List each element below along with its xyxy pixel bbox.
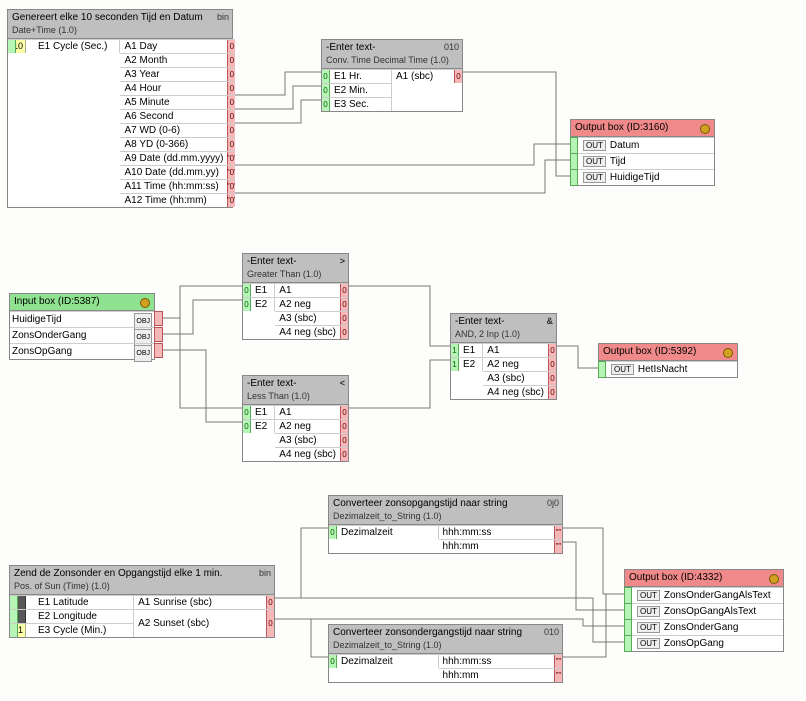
subtitle: Date+Time (1.0) (12, 24, 228, 36)
output-port[interactable]: "0" (227, 151, 235, 165)
output-port[interactable]: "" (554, 654, 562, 668)
input-port[interactable]: 0 (322, 83, 330, 97)
output-port[interactable]: 0 (548, 385, 556, 399)
output-port[interactable]: 0 (227, 95, 235, 109)
output-port[interactable]: "" (554, 539, 562, 553)
output-port[interactable]: "" (554, 525, 562, 539)
output-port[interactable]: 0 (227, 123, 235, 137)
input-label: E1 Cycle (Sec.) (28, 40, 117, 53)
input-port[interactable]: 0 (329, 654, 337, 668)
output-port[interactable]: 0 (266, 595, 274, 609)
input-port[interactable] (570, 137, 578, 154)
titlebar[interactable]: -Enter text- Less Than (1.0) < (243, 376, 348, 405)
input-port[interactable] (10, 595, 18, 609)
output-port[interactable]: 0 (227, 109, 235, 123)
node-and[interactable]: -Enter text- AND, 2 Inp (1.0) & 1E1 1E2 … (450, 313, 557, 400)
output-port[interactable]: 0 (548, 357, 556, 371)
node-datetime[interactable]: Genereert elke 10 seconden Tijd en Datum… (7, 9, 233, 208)
titlebar[interactable]: Output box (ID:4332) (625, 570, 783, 587)
node-greater-than[interactable]: -Enter text- Greater Than (1.0) > 0E1 0E… (242, 253, 349, 340)
input-port[interactable] (624, 619, 632, 636)
node-convtime[interactable]: -Enter text- Conv. Time Decimal Time (1.… (321, 39, 463, 112)
output-port[interactable]: 0 (454, 69, 462, 83)
output-port[interactable] (154, 311, 163, 326)
output-port[interactable]: 0 (340, 419, 348, 433)
titlebar[interactable]: -Enter text- AND, 2 Inp (1.0) & (451, 314, 556, 343)
titlebar[interactable]: Output box (ID:3160) (571, 120, 714, 137)
input-port[interactable] (570, 169, 578, 186)
node-pos-of-sun[interactable]: Zend de Zonsonder en Opgangstijd elke 1 … (9, 565, 275, 638)
node-dez-top[interactable]: Converteer zonsopgangstijd naar string D… (328, 495, 563, 554)
titlebar[interactable]: Converteer zonsopgangstijd naar string D… (329, 496, 562, 525)
input-port[interactable]: 0 (243, 283, 251, 297)
output-port[interactable]: 0 (227, 39, 235, 53)
input-port[interactable]: 0 (243, 297, 251, 311)
titlebar[interactable]: -Enter text- Greater Than (1.0) > (243, 254, 348, 283)
output-port[interactable]: 0 (340, 447, 348, 461)
node-input-5387[interactable]: Input box (ID:5387) HuidigeTijdOBJ ZonsO… (9, 293, 155, 360)
node-output-3160[interactable]: Output box (ID:3160) OUTDatum OUTTijd OU… (570, 119, 715, 186)
titlebar[interactable]: Output box (ID:5392) (599, 344, 737, 361)
output-port[interactable]: 0 (266, 609, 274, 637)
input-port[interactable] (624, 587, 632, 604)
output-port[interactable]: 0 (548, 343, 556, 357)
input-port[interactable] (570, 153, 578, 170)
output-port[interactable]: "" (554, 668, 562, 682)
input-port[interactable]: 0 (322, 97, 330, 111)
output-port[interactable]: 0 (340, 433, 348, 447)
output-port[interactable]: "0" (227, 165, 235, 179)
input-port[interactable]: 1 (451, 357, 459, 371)
output-port[interactable] (154, 343, 163, 358)
output-port[interactable]: 0 (227, 137, 235, 151)
collapse-icon[interactable] (723, 348, 733, 358)
node-dez-bottom[interactable]: Converteer zonsondergangstijd naar strin… (328, 624, 563, 683)
titlebar[interactable]: -Enter text- Conv. Time Decimal Time (1.… (322, 40, 462, 69)
titlebar[interactable]: Input box (ID:5387) (10, 294, 154, 311)
input-port[interactable]: 0 (322, 69, 330, 83)
output-port[interactable]: 0 (227, 81, 235, 95)
input-port[interactable]: 0 (243, 419, 251, 433)
output-port[interactable]: 0 (340, 325, 348, 339)
input-port[interactable]: 1 (451, 343, 459, 357)
output-port[interactable]: 0 (340, 297, 348, 311)
input-port[interactable] (624, 603, 632, 620)
input-port[interactable] (10, 609, 18, 623)
node-less-than[interactable]: -Enter text- Less Than (1.0) < 0E1 0E2 A… (242, 375, 349, 462)
collapse-icon[interactable] (769, 574, 779, 584)
output-port[interactable]: 0 (340, 283, 348, 297)
input-port[interactable] (624, 635, 632, 652)
output-port[interactable]: 0 (227, 67, 235, 81)
type-tag: bin (217, 11, 229, 23)
titlebar[interactable]: Zend de Zonsonder en Opgangstijd elke 1 … (10, 566, 274, 595)
title: Genereert elke 10 seconden Tijd en Datum (12, 12, 228, 24)
output-port[interactable]: 0 (340, 311, 348, 325)
output-port[interactable]: 0 (227, 53, 235, 67)
node-output-5392[interactable]: Output box (ID:5392) OUTHetIsNacht (598, 343, 738, 378)
collapse-icon[interactable] (140, 298, 150, 308)
input-port[interactable] (8, 39, 16, 53)
titlebar[interactable]: Converteer zonsondergangstijd naar strin… (329, 625, 562, 654)
input-port[interactable]: 0 (243, 405, 251, 419)
output-port[interactable]: 0 (548, 371, 556, 385)
node-output-4332[interactable]: Output box (ID:4332) OUTZonsOnderGangAls… (624, 569, 784, 652)
output-port[interactable]: "0" (227, 193, 235, 207)
output-port[interactable] (154, 327, 163, 342)
input-port[interactable] (10, 623, 18, 637)
titlebar[interactable]: Genereert elke 10 seconden Tijd en Datum… (8, 10, 232, 39)
output-port[interactable]: 0 (340, 405, 348, 419)
input-port[interactable] (598, 361, 606, 378)
input-port[interactable]: 0 (329, 525, 337, 539)
output-port[interactable]: "0" (227, 179, 235, 193)
collapse-icon[interactable] (700, 124, 710, 134)
